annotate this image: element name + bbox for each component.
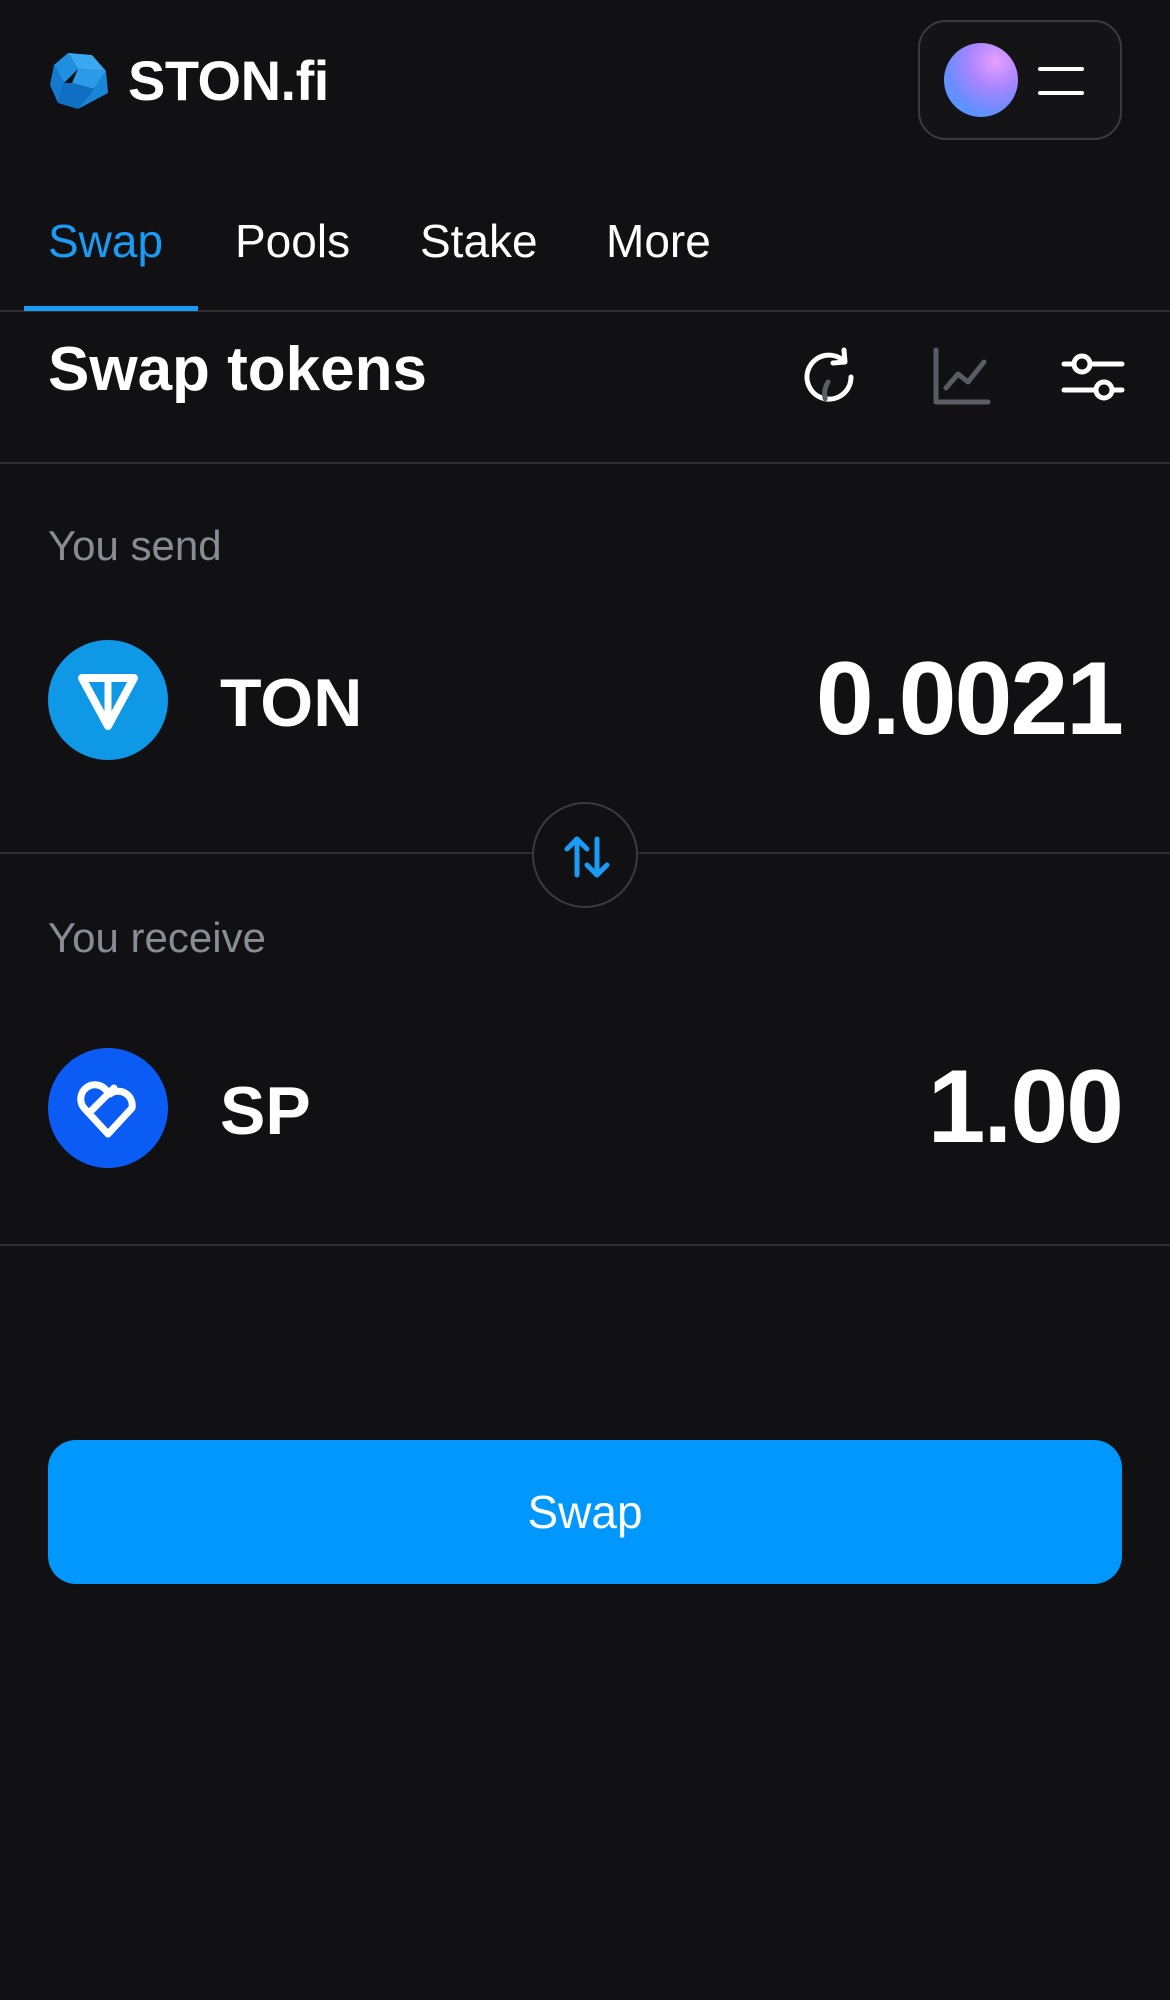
settings-sliders-icon[interactable] [1058,342,1128,412]
tab-swap[interactable]: Swap [48,214,163,268]
chart-icon[interactable] [926,342,996,412]
tab-more[interactable]: More [606,214,711,268]
receive-section: You receive SP 1.00 [0,856,1170,1246]
main-tabs: Swap Pools Stake More [0,200,1170,312]
tab-pools[interactable]: Pools [235,214,350,268]
page-title: Swap tokens [48,335,427,404]
send-amount-input[interactable]: 0.0021 [816,640,1124,759]
swap-header: Swap tokens [0,312,1170,464]
receive-token-symbol[interactable]: SP [220,1072,311,1150]
logo[interactable]: STON.fi [48,48,329,113]
refresh-icon[interactable] [794,342,864,412]
send-token-row: TON 0.0021 [48,640,1124,760]
account-menu-button[interactable] [918,20,1122,140]
send-section: You send TON 0.0021 [0,464,1170,854]
receive-token-row: SP 1.00 [48,1048,1124,1168]
header: STON.fi [0,0,1170,160]
app-root: STON.fi Swap Pools Stake More Swap token… [0,0,1170,2000]
active-tab-indicator [24,306,198,311]
ton-icon[interactable] [48,640,168,760]
ston-fi-logo-icon [50,52,108,109]
send-token-symbol[interactable]: TON [220,664,362,742]
tab-stake[interactable]: Stake [420,214,538,268]
swap-button[interactable]: Swap [48,1440,1122,1584]
receive-label: You receive [48,914,266,961]
hamburger-menu-icon [1038,63,1084,97]
receive-amount-input[interactable]: 1.00 [928,1048,1124,1167]
send-label: You send [48,522,222,569]
avatar [944,43,1018,117]
logo-text: STON.fi [128,49,329,112]
sp-token-icon[interactable] [48,1048,168,1168]
